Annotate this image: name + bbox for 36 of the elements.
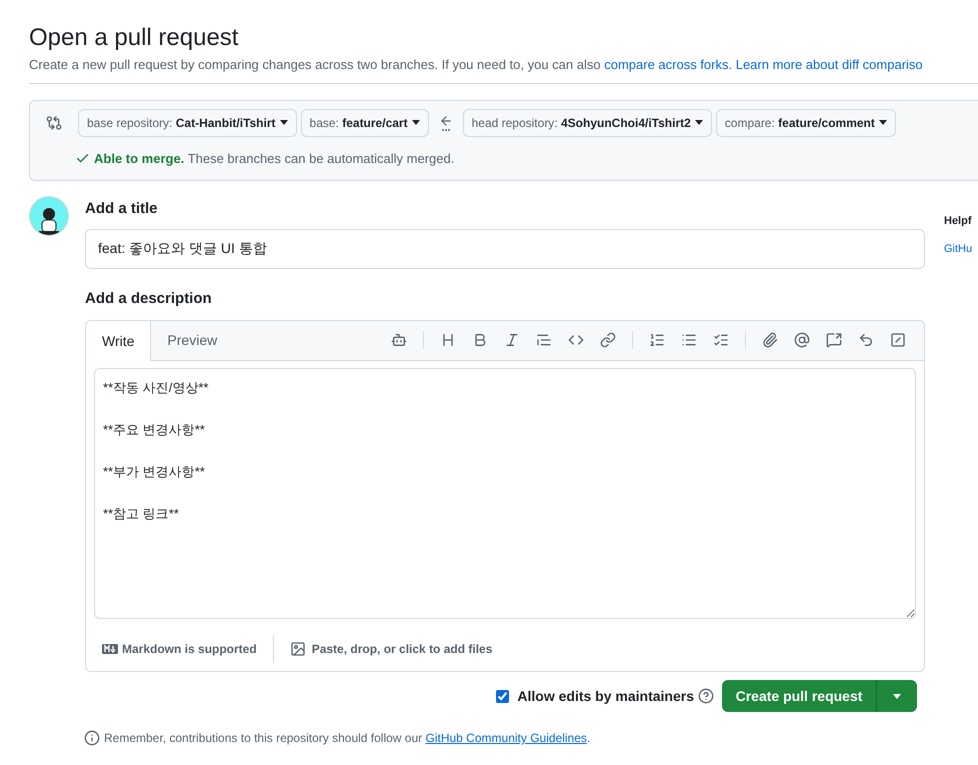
description-label: Add a description [85,289,213,309]
markdown-hint[interactable]: Markdown is supported [122,640,265,658]
editor-tab[interactable]: Preview [151,321,234,360]
attach-files-button[interactable]: Paste, drop, or click to add files [274,640,508,658]
allow-edits-label: Allow edits by maintainers [517,686,694,706]
caret-icon [280,120,288,125]
merge-status: Able to merge. These branches can be automatically merged. [94,150,454,168]
description-textarea[interactable]: **작동 사진/영상** **주요 변경사항** **부가 변경사항** **참고 링크** [94,368,916,619]
avatar [29,196,69,236]
branch-selector[interactable]: compare: feature/comment [716,108,896,136]
branch-selector[interactable]: head repository: 4SohyunChoi4/iTshirt2 [462,108,712,136]
learn-more-link[interactable]: Learn more about diff compariso [736,57,923,72]
contribution-note: Remember, contributions to this repository should follow our GitHub Community Guidelines. [104,730,590,747]
branch-selector[interactable]: base: feature/cart [300,108,429,136]
editor-tab[interactable]: Write [86,321,152,361]
guidelines-link[interactable]: GitHub Community Guidelines [426,731,587,745]
page-title: Open a pull request [29,23,240,53]
compare-icon [46,114,62,130]
compare-forks-link[interactable]: compare across forks. [604,57,732,72]
info-icon [84,730,100,746]
create-pull-request-button[interactable]: Create pull request [722,680,917,712]
branch-selector[interactable]: base repository: Cat-Hanbit/iTshirt [78,108,297,136]
arrow-icon [438,114,453,132]
help-icon[interactable] [698,688,714,704]
caret-icon [694,120,703,125]
markdown-icon [102,644,118,654]
title-input[interactable]: feat: 좋아요와 댓글 UI 통합 [85,229,925,269]
caret-icon[interactable] [893,694,901,698]
caret-icon [878,120,887,125]
allow-edits-checkbox[interactable] [496,690,510,702]
sidebar-heading: Helpf [944,214,972,229]
page-subtitle: Create a new pull request by comparing changes across two branches. If you need to, you can also compare across forks. Learn more about diff compariso [29,56,924,74]
image-icon [290,641,306,657]
caret-icon [412,120,420,125]
title-label: Add a title [85,199,159,219]
sidebar-link[interactable]: GitHu [944,240,972,257]
